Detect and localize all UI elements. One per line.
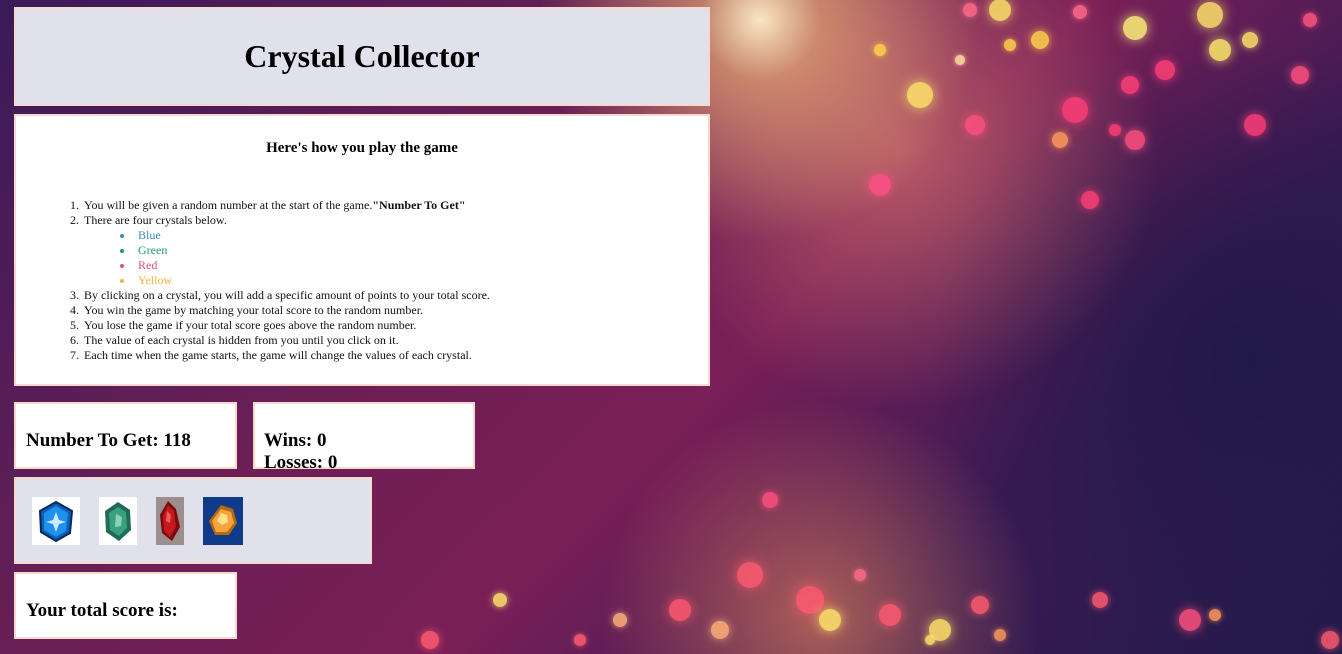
yellow-crystal[interactable]	[203, 497, 243, 545]
color-item-red: Red	[120, 258, 490, 273]
bokeh-light	[965, 115, 985, 135]
bokeh-light	[874, 44, 886, 56]
bokeh-light	[929, 619, 951, 641]
bokeh-light	[1242, 32, 1258, 48]
instruction-step: 2. There are four crystals below. Blue Gr…	[70, 213, 490, 288]
bokeh-light	[1179, 609, 1201, 631]
bokeh-light	[955, 55, 965, 65]
number-to-get-panel: Number To Get: 118	[14, 402, 237, 469]
bokeh-light	[907, 82, 933, 108]
bokeh-light	[869, 174, 891, 196]
bokeh-light	[1209, 609, 1221, 621]
instructions-panel: Here's how you play the game 1. You will …	[14, 114, 710, 386]
bokeh-light	[1092, 592, 1108, 608]
color-item-yellow: Yellow	[120, 273, 490, 288]
bokeh-light	[1109, 124, 1121, 136]
instructions-heading: Here's how you play the game	[266, 140, 458, 156]
bokeh-light	[854, 569, 866, 581]
bokeh-light	[796, 586, 824, 614]
bokeh-light	[1073, 5, 1087, 19]
bokeh-light	[1121, 76, 1139, 94]
bokeh-light	[421, 631, 439, 649]
bokeh-light	[1155, 60, 1175, 80]
bokeh-light	[963, 3, 977, 17]
bokeh-light	[971, 596, 989, 614]
bokeh-light	[711, 621, 729, 639]
bokeh-light	[669, 599, 691, 621]
green-crystal[interactable]	[99, 497, 137, 545]
color-item-blue: Blue	[120, 228, 490, 243]
bokeh-light	[1081, 191, 1099, 209]
crystal-color-list: Blue Green Red Yellow	[70, 228, 490, 288]
bokeh-light	[1004, 39, 1016, 51]
wins-losses-panel: Wins: 0 Losses: 0	[253, 402, 475, 473]
bokeh-light	[1123, 16, 1147, 40]
bokeh-light	[819, 609, 841, 631]
bokeh-light	[1244, 114, 1266, 136]
total-score: Your total score is:	[26, 600, 178, 621]
instruction-step: 6. The value of each crystal is hidden fr…	[70, 333, 399, 347]
bokeh-light	[1303, 13, 1317, 27]
bokeh-light	[1125, 130, 1145, 150]
crystals-panel	[14, 477, 372, 564]
instruction-step: 7. Each time when the game starts, the ga…	[70, 348, 472, 362]
green-crystal-icon	[105, 502, 131, 541]
red-crystal-icon	[156, 497, 184, 545]
instruction-step: 3. By clicking on a crystal, you will add…	[70, 288, 490, 302]
blue-crystal-icon	[38, 500, 74, 543]
bokeh-light	[1291, 66, 1309, 84]
bokeh-light	[1209, 39, 1231, 61]
total-score-panel: Your total score is:	[14, 572, 237, 639]
game-title: Crystal Collector	[244, 38, 480, 74]
bokeh-light	[1321, 631, 1339, 649]
blue-crystal[interactable]	[32, 497, 80, 545]
instruction-step: 5. You lose the game if your total score …	[70, 318, 417, 332]
number-to-get: Number To Get: 118	[26, 430, 191, 451]
title-banner: Crystal Collector	[14, 7, 710, 106]
bokeh-light	[994, 629, 1006, 641]
wins-count: Wins: 0	[264, 430, 327, 451]
losses-count: Losses: 0	[264, 452, 338, 473]
bokeh-light	[989, 0, 1011, 21]
yellow-crystal-icon	[203, 497, 243, 545]
instruction-step: 4. You win the game by matching your tota…	[70, 303, 424, 317]
instructions-list: 1. You will be given a random number at t…	[70, 198, 490, 363]
bokeh-light	[1197, 2, 1223, 28]
red-crystal[interactable]	[156, 497, 184, 545]
bokeh-light	[879, 604, 901, 626]
instruction-step: 1. You will be given a random number at t…	[70, 198, 466, 212]
bokeh-light	[737, 562, 763, 588]
bokeh-light	[493, 593, 507, 607]
bokeh-light	[762, 492, 778, 508]
bokeh-light	[574, 634, 586, 646]
color-item-green: Green	[120, 243, 490, 258]
bokeh-light	[925, 635, 935, 645]
bokeh-light	[1052, 132, 1068, 148]
bokeh-light	[1062, 97, 1088, 123]
bokeh-light	[613, 613, 627, 627]
bokeh-light	[1031, 31, 1049, 49]
